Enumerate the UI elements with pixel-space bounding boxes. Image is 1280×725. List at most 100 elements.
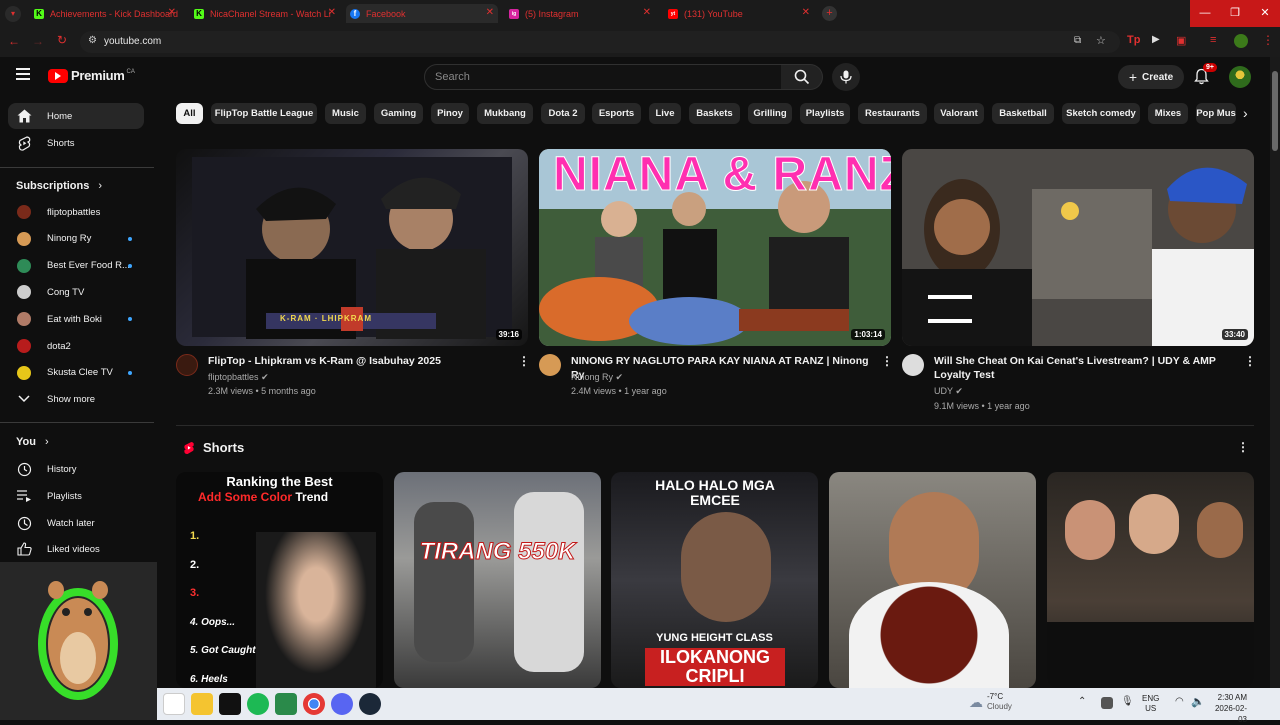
tab-youtube[interactable]: yt (131) YouTube ✕ bbox=[664, 4, 814, 23]
close-tab-icon[interactable]: ✕ bbox=[643, 7, 651, 18]
file-explorer-icon[interactable] bbox=[191, 693, 213, 715]
notifications-button[interactable]: 9+ bbox=[1194, 63, 1217, 86]
extension-icon[interactable]: ▣ bbox=[1176, 34, 1186, 47]
tray-overflow-icon[interactable]: ⌃ bbox=[1078, 696, 1086, 707]
chip-sketch-comedy[interactable]: Sketch comedy bbox=[1062, 103, 1140, 124]
more-options-icon[interactable]: ⋮ bbox=[1244, 354, 1256, 368]
short-card[interactable]: TIRANG 550K bbox=[394, 472, 601, 688]
chip-pinoy[interactable]: Pinoy bbox=[431, 103, 469, 124]
tab-kick-stream[interactable]: K NicaChanel Stream - Watch Li ✕ bbox=[190, 4, 340, 23]
sidebar-subscription-item[interactable]: Best Ever Food R... bbox=[8, 253, 144, 279]
you-heading[interactable]: You › bbox=[16, 436, 49, 448]
channel-name[interactable]: UDY ✔ bbox=[934, 386, 963, 397]
short-card[interactable] bbox=[1047, 472, 1254, 688]
chrome-icon[interactable] bbox=[303, 693, 325, 715]
volume-icon[interactable]: 🔈 bbox=[1191, 695, 1205, 708]
close-tab-icon[interactable]: ✕ bbox=[168, 7, 176, 18]
chip-restaurants[interactable]: Restaurants bbox=[858, 103, 927, 124]
chip-dota-2[interactable]: Dota 2 bbox=[541, 103, 585, 124]
install-app-icon[interactable]: ⧉ bbox=[1074, 35, 1081, 46]
sidebar-item-playlists[interactable]: Playlists bbox=[8, 483, 144, 509]
browser-menu-icon[interactable]: ▾ bbox=[5, 6, 21, 22]
sidebar-item-history[interactable]: History bbox=[8, 456, 144, 482]
video-thumbnail[interactable]: 33:40 bbox=[902, 149, 1254, 346]
bookmark-star-icon[interactable]: ☆ bbox=[1096, 34, 1106, 47]
create-button[interactable]: + Create bbox=[1118, 65, 1184, 89]
channel-avatar[interactable] bbox=[902, 354, 924, 376]
tiktok-icon[interactable] bbox=[219, 693, 241, 715]
voice-search-button[interactable] bbox=[832, 63, 860, 91]
chip-basketball[interactable]: Basketball bbox=[992, 103, 1054, 124]
channel-name[interactable]: fliptopbattles ✔ bbox=[208, 372, 269, 383]
profile-avatar[interactable] bbox=[1234, 34, 1248, 48]
more-options-icon[interactable]: ⋮ bbox=[881, 354, 893, 368]
sidebar-item-watch-later[interactable]: Watch later bbox=[8, 510, 144, 536]
sidebar-subscription-item[interactable]: Eat with Boki bbox=[8, 306, 144, 332]
spotify-icon[interactable] bbox=[247, 693, 269, 715]
video-thumbnail[interactable]: K-RAM · LHIPKRAM 39:16 bbox=[176, 149, 528, 346]
tab-facebook[interactable]: f Facebook ✕ bbox=[346, 4, 498, 23]
extension-icon[interactable]: ≡ bbox=[1210, 34, 1216, 46]
video-title[interactable]: Will She Cheat On Kai Cenat's Livestream… bbox=[934, 354, 1239, 382]
chip-all[interactable]: All bbox=[176, 103, 203, 124]
clock[interactable]: 2:30 AM 2026-02-03 bbox=[1207, 692, 1247, 725]
chip-pop-mus[interactable]: Pop Mus bbox=[1196, 103, 1236, 124]
chip-valorant[interactable]: Valorant bbox=[934, 103, 984, 124]
subscriptions-heading[interactable]: Subscriptions › bbox=[16, 180, 102, 192]
video-thumbnail[interactable]: NIANA & RANZ 1:03:14 bbox=[539, 149, 891, 346]
channel-avatar[interactable] bbox=[539, 354, 561, 376]
forward-icon[interactable]: → bbox=[32, 34, 44, 48]
chip-music[interactable]: Music bbox=[325, 103, 366, 124]
language-indicator[interactable]: ENG US bbox=[1142, 694, 1159, 714]
search-button[interactable] bbox=[781, 64, 823, 90]
steam-icon[interactable] bbox=[359, 693, 381, 715]
chip-grilling[interactable]: Grilling bbox=[748, 103, 792, 124]
app-icon[interactable] bbox=[275, 693, 297, 715]
sidebar-item-liked-videos[interactable]: Liked videos bbox=[8, 536, 144, 562]
short-card[interactable]: Ranking the Best Add Some Color Trend 1.… bbox=[176, 472, 383, 688]
sidebar-subscription-item[interactable]: dota2 bbox=[8, 333, 144, 359]
browser-menu-icon[interactable]: ⋮ bbox=[1262, 33, 1274, 47]
microphone-icon[interactable]: 🎙 bbox=[1121, 696, 1134, 707]
back-icon[interactable]: ← bbox=[8, 34, 20, 48]
hamburger-menu-icon[interactable] bbox=[16, 68, 30, 80]
chip-gaming[interactable]: Gaming bbox=[374, 103, 423, 124]
short-card[interactable] bbox=[829, 472, 1036, 688]
page-scrollbar[interactable] bbox=[1270, 57, 1280, 688]
show-more-button[interactable]: Show more bbox=[8, 386, 144, 412]
task-view-icon[interactable] bbox=[163, 693, 185, 715]
reload-icon[interactable]: ↻ bbox=[57, 33, 67, 47]
site-info-icon[interactable]: ⚙ bbox=[88, 35, 97, 46]
more-options-icon[interactable]: ⋮ bbox=[518, 354, 530, 368]
maximize-button[interactable]: ❐ bbox=[1220, 0, 1250, 27]
chip-baskets[interactable]: Baskets bbox=[689, 103, 740, 124]
sidebar-item-home[interactable]: Home bbox=[8, 103, 144, 129]
close-tab-icon[interactable]: ✕ bbox=[802, 7, 810, 18]
youtube-logo[interactable]: Premium CA bbox=[48, 68, 135, 83]
chip-mukbang[interactable]: Mukbang bbox=[477, 103, 533, 124]
account-avatar[interactable] bbox=[1229, 66, 1251, 88]
sidebar-subscription-item[interactable]: Cong TV bbox=[8, 279, 144, 305]
channel-avatar[interactable] bbox=[176, 354, 198, 376]
tray-app-icon[interactable] bbox=[1101, 697, 1113, 709]
wifi-icon[interactable]: ◠ bbox=[1175, 696, 1184, 707]
sidebar-subscription-item[interactable]: fliptopbattles bbox=[8, 199, 144, 225]
search-input[interactable]: Search bbox=[424, 64, 782, 90]
new-tab-button[interactable]: + bbox=[822, 6, 837, 21]
chip-playlists[interactable]: Playlists bbox=[800, 103, 850, 124]
chip-esports[interactable]: Esports bbox=[592, 103, 641, 124]
shorts-more-options-icon[interactable]: ⋮ bbox=[1237, 440, 1249, 454]
chip-live[interactable]: Live bbox=[649, 103, 681, 124]
short-card[interactable]: HALO HALO MGA EMCEE YUNG HEIGHT CLASS IL… bbox=[611, 472, 818, 688]
weather-widget[interactable]: ☁ -7°C Cloudy bbox=[969, 692, 1012, 712]
close-window-button[interactable]: ✕ bbox=[1250, 0, 1280, 27]
sidebar-subscription-item[interactable]: Skusta Clee TV bbox=[8, 360, 144, 386]
close-tab-icon[interactable]: ✕ bbox=[328, 7, 336, 18]
extension-icon[interactable]: Tp bbox=[1127, 34, 1140, 46]
minimize-button[interactable]: — bbox=[1190, 0, 1220, 27]
close-tab-icon[interactable]: ✕ bbox=[486, 7, 494, 18]
discord-icon[interactable] bbox=[331, 693, 353, 715]
sidebar-subscription-item[interactable]: Ninong Ry bbox=[8, 226, 144, 252]
chip-mixes[interactable]: Mixes bbox=[1148, 103, 1188, 124]
sidebar-item-shorts[interactable]: Shorts bbox=[8, 130, 144, 156]
